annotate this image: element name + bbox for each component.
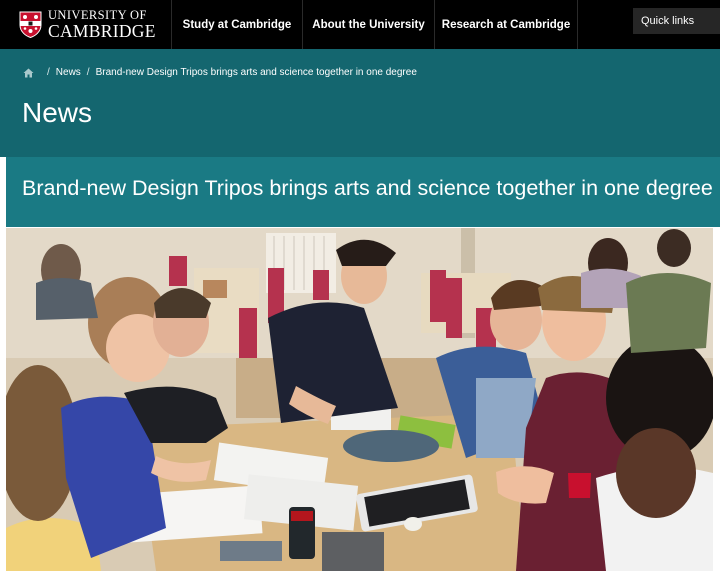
logo-line-1: UNIVERSITY OF bbox=[48, 8, 147, 22]
university-logo[interactable]: UNIVERSITY OF CAMBRIDGE bbox=[0, 0, 172, 49]
breadcrumb-news[interactable]: News bbox=[56, 67, 81, 78]
site-header: UNIVERSITY OF CAMBRIDGE Study at Cambrid… bbox=[0, 0, 720, 49]
breadcrumb-current[interactable]: Brand-new Design Tripos brings arts and … bbox=[96, 67, 417, 78]
breadcrumb-separator: / bbox=[47, 67, 50, 78]
quick-links-button[interactable]: Quick links bbox=[633, 8, 720, 34]
bottom-strip bbox=[0, 571, 720, 579]
logo-wordmark: UNIVERSITY OF CAMBRIDGE bbox=[48, 9, 156, 40]
crest-icon bbox=[19, 11, 42, 38]
photo-illustration bbox=[6, 228, 713, 571]
breadcrumb-separator: / bbox=[86, 67, 90, 78]
home-icon[interactable] bbox=[23, 68, 34, 78]
page-title: News bbox=[22, 97, 93, 128]
logo-line-2: CAMBRIDGE bbox=[48, 20, 156, 41]
nav-research[interactable]: Research at Cambridge bbox=[435, 0, 578, 49]
article-headline: Brand-new Design Tripos brings arts and … bbox=[22, 176, 713, 200]
article-photo bbox=[6, 228, 713, 571]
nav-study[interactable]: Study at Cambridge bbox=[172, 0, 303, 49]
section-banner bbox=[0, 49, 720, 157]
breadcrumb: / News / Brand-new Design Tripos brings … bbox=[23, 67, 417, 78]
nav-about[interactable]: About the University bbox=[303, 0, 435, 49]
